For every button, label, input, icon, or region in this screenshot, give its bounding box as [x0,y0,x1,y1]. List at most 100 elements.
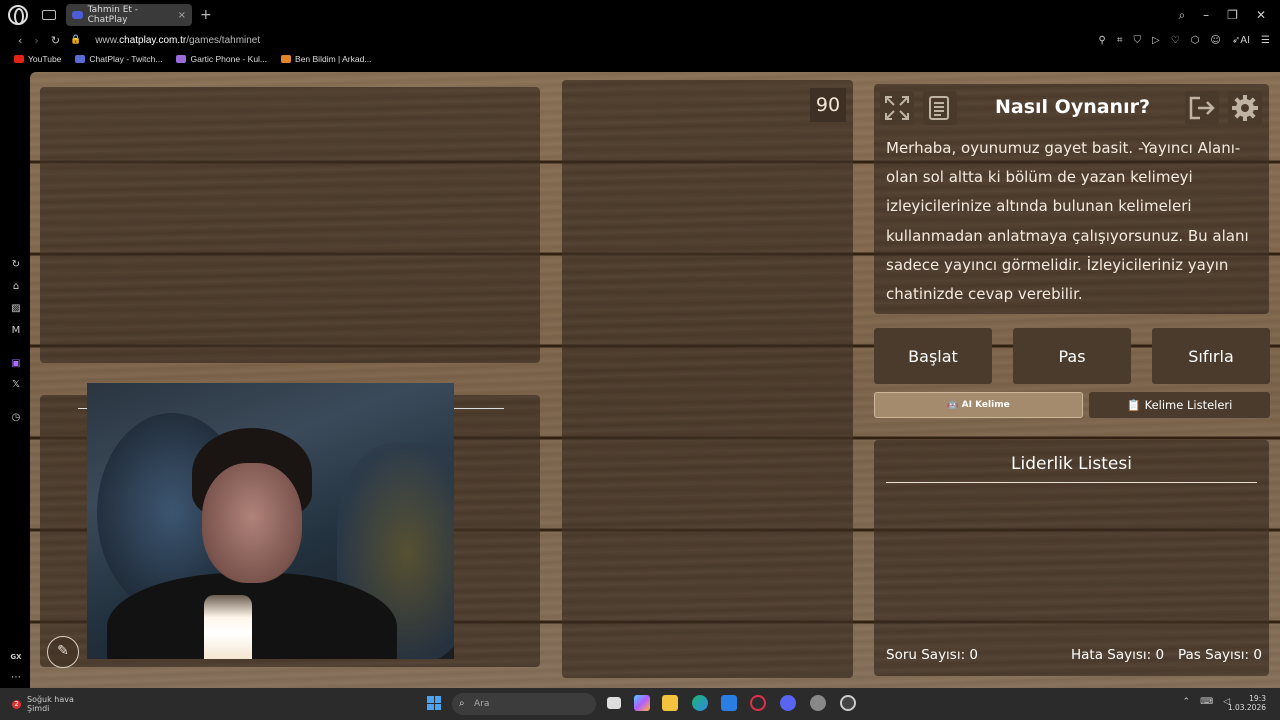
tab-islands-icon[interactable] [42,10,56,20]
reload-icon[interactable]: ↻ [51,34,60,47]
file-explorer-icon[interactable] [662,695,678,711]
copilot-icon[interactable] [634,695,650,711]
tab-tahmin-et[interactable]: Tahmin Et - ChatPlay × [66,4,192,26]
ai-label: AI [1240,34,1251,46]
app-icon[interactable] [840,695,856,711]
taskbar-search[interactable]: ⌕ Ara [452,693,596,715]
easy-setup-icon[interactable]: ☰ [1261,35,1270,46]
windows-taskbar: 2 Soğuk hava Şimdi ⌕ Ara ⌃ ⌨ ◁ 19:3 1.03… [0,688,1280,720]
webcam-overlay [87,383,454,659]
rules-button[interactable] [923,91,957,125]
weather-line1: Soğuk hava [27,695,74,704]
network-icon[interactable]: ⌨ [1200,697,1213,707]
clock-time: 19:3 [1249,694,1266,703]
system-tray: ⌃ ⌨ ◁ [1183,697,1230,707]
start-button[interactable]: Başlat [874,328,992,384]
restore-icon[interactable]: ❐ [1227,8,1238,23]
search-icon: ⌕ [459,698,465,709]
countdown-timer: 90 [810,88,846,122]
heart-icon[interactable]: ♡ [1171,35,1180,46]
pen-tool-button[interactable]: ✎ [47,636,79,668]
extensions-icon[interactable]: ⬡ [1191,35,1200,46]
gartic-icon [176,55,187,63]
play-icon[interactable]: ▷ [1152,35,1160,46]
close-window-icon[interactable]: ✕ [1256,8,1266,23]
chatplay-icon [75,55,86,63]
word-area-top [40,87,540,363]
tab-title: Tahmin Et - ChatPlay [87,5,139,25]
bookmark-label: Gartic Phone - Kul... [190,54,268,64]
url-host: chatplay.com.tr [119,34,187,46]
url-field[interactable]: www.chatplay.com.tr/games/tahminet [95,35,260,46]
shield-icon[interactable]: ⛉ [1134,35,1142,46]
new-tab-button[interactable]: + [200,7,212,23]
gx-label[interactable]: GX [7,651,25,663]
weather-line2: Şimdi [27,704,50,713]
tab-bar: Tahmin Et - ChatPlay × + ⌕ – ❐ ✕ [0,0,1280,30]
minimize-icon[interactable]: – [1203,8,1209,23]
gear-icon [1232,95,1258,121]
how-to-play-title: Nasıl Oynanır? [995,96,1150,118]
leaderboard-title: Liderlik Listesi [886,454,1257,483]
fullscreen-icon [885,96,909,120]
middle-panel [562,80,853,678]
bookmark-label: Ben Bildim | Arkad... [295,54,372,64]
clock-date: 1.03.2026 [1227,703,1266,712]
history-icon[interactable]: ↻ [10,259,22,271]
chevron-up-icon[interactable]: ⌃ [1183,697,1191,707]
profile-icon[interactable]: ☺ [1210,35,1220,46]
chatplay-favicon-icon [72,11,83,19]
back-icon[interactable]: ‹ [18,34,22,47]
twitch-icon[interactable]: ▣ [10,358,22,370]
opera-gx-taskbar-icon[interactable] [750,695,766,711]
bookmark-gartic[interactable]: Gartic Phone - Kul... [176,54,267,64]
lock-icon: 🔒 [70,35,82,45]
task-view-icon[interactable] [607,697,621,709]
ai-button[interactable]: ➶AI [1232,35,1250,46]
obs-icon[interactable] [810,695,826,711]
url-path: /games/tahminet [186,34,261,46]
more-icon[interactable]: ⋯ [10,672,22,684]
discord-icon[interactable] [780,695,796,711]
exit-icon [1189,96,1215,120]
bookmark-label: ChatPlay - Twitch... [89,54,163,64]
address-bar: ‹ › ↻ 🔒 www.chatplay.com.tr/games/tahmin… [0,30,1280,50]
store-icon[interactable] [721,695,737,711]
bookmark-label: YouTube [28,54,62,64]
bookmark-chatplay[interactable]: ChatPlay - Twitch... [75,54,162,64]
pass-button[interactable]: Pas [1013,328,1131,384]
pinboard-icon[interactable]: ⌂ [10,281,22,293]
settings-button[interactable] [1228,91,1262,125]
notification-badge: 2 [12,699,21,709]
clock-icon[interactable]: ◷ [10,412,22,424]
x-icon[interactable]: 𝕏 [10,379,22,391]
edge-icon[interactable] [692,695,708,711]
tab-close-icon[interactable]: × [178,10,186,21]
reset-button[interactable]: Sıfırla [1152,328,1270,384]
bookmark-benbildim[interactable]: Ben Bildim | Arkad... [281,54,371,64]
word-lists-button[interactable]: 📋 Kelime Listeleri [1089,392,1270,418]
question-count: Soru Sayısı: 0 [886,647,979,663]
browser-sidebar: ↻ ⌂ ▨ M ▣ 𝕏 ◷ GX ⋯ [0,68,30,688]
benbildim-icon [281,55,292,63]
opera-menu-icon[interactable] [8,5,28,25]
weather-widget[interactable]: 2 Soğuk hava Şimdi [12,695,74,713]
youtube-icon [14,55,24,63]
url-prefix: www. [95,34,120,46]
exit-button[interactable] [1185,91,1219,125]
how-to-play-text: Merhaba, oyunumuz gayet basit. -Yayıncı … [886,139,1249,304]
forward-icon[interactable]: › [34,34,38,47]
clock[interactable]: 19:3 1.03.2026 [1228,694,1266,712]
snapshot-icon[interactable]: ⌗ [1117,35,1123,46]
bookmark-youtube[interactable]: YouTube [14,54,61,64]
pin-icon[interactable]: ⚲ [1099,35,1106,46]
fullscreen-button[interactable] [880,91,914,125]
start-button[interactable] [427,696,441,710]
notes-icon[interactable]: ▨ [10,303,22,315]
document-icon [929,96,949,120]
ai-word-button[interactable]: 🤖 AI Kelime [874,392,1083,418]
pass-count: Pas Sayısı: 0 [1178,647,1262,663]
error-count: Hata Sayısı: 0 [1071,647,1165,663]
search-tabs-icon[interactable]: ⌕ [1178,8,1185,23]
mail-icon[interactable]: M [10,325,22,337]
